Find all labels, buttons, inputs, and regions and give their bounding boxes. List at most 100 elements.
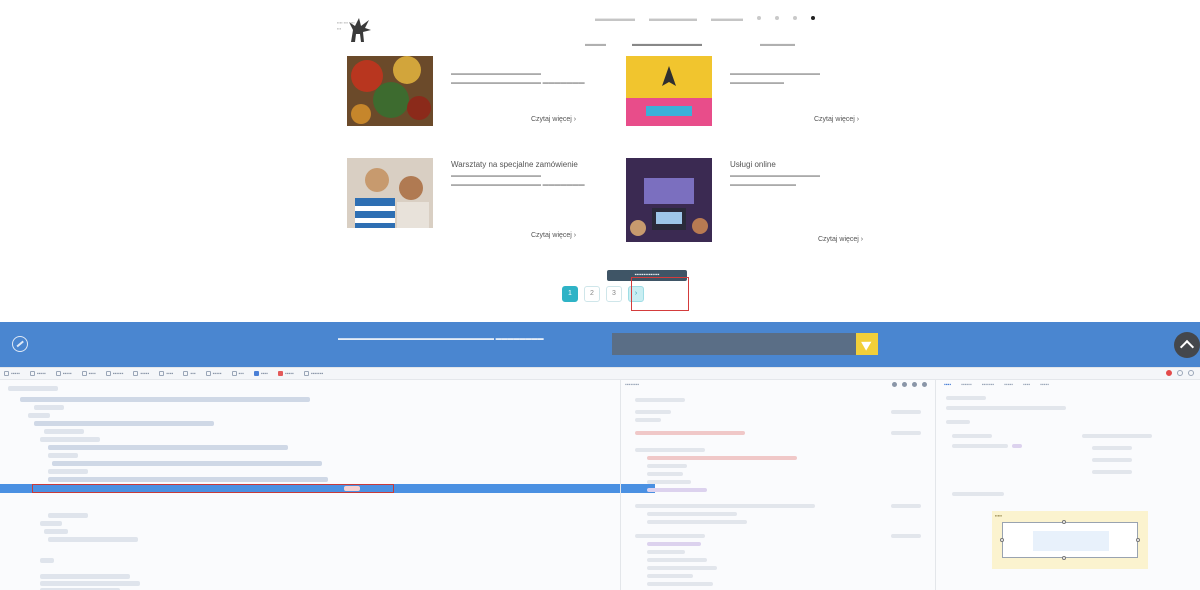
read-more-link[interactable]: Czytaj więcej › bbox=[818, 236, 863, 243]
article-title[interactable]: Warsztaty na specjalne zamówienie bbox=[451, 160, 578, 169]
hover-state-icon[interactable] bbox=[892, 382, 897, 387]
grid-display-setting[interactable] bbox=[1092, 446, 1132, 450]
layout-section-header[interactable] bbox=[946, 420, 970, 424]
style-rule[interactable] bbox=[635, 418, 661, 422]
social-icon[interactable] bbox=[775, 16, 779, 20]
grid-display-setting[interactable] bbox=[1092, 470, 1132, 474]
style-rule[interactable] bbox=[635, 398, 685, 402]
grid-color-swatch[interactable] bbox=[1012, 444, 1022, 448]
style-rule[interactable] bbox=[635, 534, 705, 538]
page-button-3[interactable]: 3 bbox=[606, 286, 622, 302]
grid-overlay-option[interactable] bbox=[952, 434, 992, 438]
tab-compatibility[interactable]: ▪▪▪▪▪ bbox=[1004, 382, 1013, 388]
error-count-icon[interactable] bbox=[1166, 370, 1172, 376]
dom-node[interactable] bbox=[44, 529, 68, 534]
devtools-tab[interactable]: ▪▪▪▪▪ bbox=[4, 371, 20, 377]
dock-icon[interactable] bbox=[1177, 370, 1183, 376]
devtools-tab[interactable]: ▪▪▪▪ bbox=[159, 371, 173, 377]
devtools-tab[interactable]: ▪▪▪▪▪ bbox=[277, 371, 294, 377]
dom-node[interactable] bbox=[34, 421, 214, 426]
style-property[interactable] bbox=[647, 542, 701, 546]
dark-mode-icon[interactable] bbox=[912, 382, 917, 387]
styles-filter[interactable]: ▪▪▪▪▪▪▪▪ bbox=[625, 382, 639, 388]
newsletter-email-input[interactable] bbox=[612, 333, 856, 355]
style-rule[interactable] bbox=[635, 504, 815, 508]
layout-pane[interactable]: ▪▪▪▪ ▪▪▪▪▪▪ ▪▪▪▪▪▪▪ ▪▪▪▪▪ ▪▪▪▪ ▪▪▪▪▪ ▪▪▪… bbox=[935, 380, 1200, 590]
light-mode-icon[interactable] bbox=[902, 382, 907, 387]
devtools-tab[interactable]: ▪▪▪▪▪▪▪ bbox=[303, 371, 323, 377]
devtools-tab[interactable]: ▪▪▪▪▪ bbox=[29, 371, 46, 377]
resize-handle[interactable] bbox=[1136, 538, 1140, 542]
dom-node[interactable] bbox=[40, 521, 62, 526]
read-more-link[interactable]: Czytaj więcej › bbox=[531, 232, 576, 239]
grid-display-setting[interactable] bbox=[1092, 458, 1132, 462]
tab-fonts[interactable]: ▪▪▪▪ bbox=[1023, 382, 1030, 388]
box-model-header[interactable] bbox=[952, 492, 1004, 496]
devtools-tab[interactable]: ▪▪▪ bbox=[183, 371, 196, 377]
devtools-tab[interactable]: ▪▪▪▪▪▪ bbox=[105, 371, 123, 377]
style-property[interactable] bbox=[647, 520, 747, 524]
style-property[interactable] bbox=[647, 582, 713, 586]
style-property[interactable] bbox=[647, 480, 691, 484]
tab-computed[interactable]: ▪▪▪▪▪▪ bbox=[961, 382, 972, 388]
box-model-diagram[interactable]: ▪▪▪▪▪ bbox=[992, 511, 1148, 569]
tab-animations[interactable]: ▪▪▪▪▪ bbox=[1040, 382, 1049, 388]
style-property[interactable] bbox=[647, 574, 693, 578]
dom-node[interactable] bbox=[40, 558, 54, 563]
devtools-tab[interactable]: ▪▪▪▪ bbox=[253, 371, 268, 377]
style-rule[interactable] bbox=[635, 410, 671, 414]
dom-node[interactable] bbox=[48, 469, 88, 474]
social-icon[interactable] bbox=[757, 16, 761, 20]
nav-item[interactable]: ▬▬▬▬▬ bbox=[595, 14, 635, 23]
dom-node[interactable] bbox=[48, 453, 78, 458]
style-rule[interactable] bbox=[635, 448, 705, 452]
article-thumbnail[interactable] bbox=[347, 158, 433, 228]
dom-node[interactable] bbox=[52, 461, 322, 466]
dom-node[interactable] bbox=[40, 437, 100, 442]
dom-node[interactable] bbox=[8, 386, 58, 391]
article-thumbnail[interactable] bbox=[347, 56, 433, 126]
circle-slash-icon[interactable] bbox=[12, 336, 28, 352]
dom-node[interactable] bbox=[40, 581, 140, 586]
menu-icon[interactable] bbox=[1188, 370, 1194, 376]
send-button[interactable] bbox=[856, 333, 878, 355]
article-thumbnail[interactable] bbox=[626, 158, 712, 242]
nav-item[interactable]: ▬▬▬▬▬▬ bbox=[649, 14, 697, 23]
article-thumbnail[interactable] bbox=[626, 56, 712, 126]
style-rule[interactable] bbox=[635, 431, 745, 435]
style-property[interactable] bbox=[647, 488, 707, 492]
dom-node[interactable] bbox=[28, 413, 50, 418]
layout-section-header[interactable] bbox=[946, 396, 986, 400]
dom-node[interactable] bbox=[20, 397, 310, 402]
selected-dom-node[interactable] bbox=[0, 484, 655, 493]
print-icon[interactable] bbox=[922, 382, 927, 387]
devtools-tab[interactable]: ▪▪▪ bbox=[231, 371, 244, 377]
style-property[interactable] bbox=[647, 472, 683, 476]
style-property[interactable] bbox=[647, 566, 717, 570]
devtools-tab[interactable]: ▪▪▪▪▪ bbox=[205, 371, 222, 377]
box-model-content[interactable] bbox=[1033, 531, 1109, 551]
style-source[interactable] bbox=[891, 534, 921, 538]
dom-node[interactable] bbox=[40, 574, 130, 579]
styles-pane[interactable]: ▪▪▪▪▪▪▪▪ bbox=[620, 380, 935, 590]
devtools-tab[interactable]: ▪▪▪▪▪ bbox=[133, 371, 149, 377]
grid-display-setting[interactable] bbox=[1082, 434, 1152, 438]
style-property[interactable] bbox=[647, 456, 797, 460]
style-source[interactable] bbox=[891, 504, 921, 508]
resize-handle[interactable] bbox=[1000, 538, 1004, 542]
style-property[interactable] bbox=[647, 550, 685, 554]
dom-node[interactable] bbox=[48, 537, 138, 542]
devtools-tab[interactable]: ▪▪▪▪ bbox=[81, 371, 96, 377]
style-property[interactable] bbox=[647, 512, 737, 516]
devtools-tab[interactable]: ▪▪▪▪▪ bbox=[55, 371, 72, 377]
read-more-link[interactable]: Czytaj więcej › bbox=[814, 116, 859, 123]
nav-item[interactable]: ▬▬▬▬ bbox=[711, 14, 743, 23]
page-button-2[interactable]: 2 bbox=[584, 286, 600, 302]
style-source[interactable] bbox=[891, 431, 921, 435]
dom-node[interactable] bbox=[48, 513, 88, 518]
event-badge[interactable] bbox=[344, 486, 360, 491]
page-button-1[interactable]: 1 bbox=[562, 286, 578, 302]
style-property[interactable] bbox=[647, 464, 687, 468]
article-title[interactable]: Usługi online bbox=[730, 160, 776, 169]
tab-layout[interactable]: ▪▪▪▪ bbox=[944, 382, 951, 388]
